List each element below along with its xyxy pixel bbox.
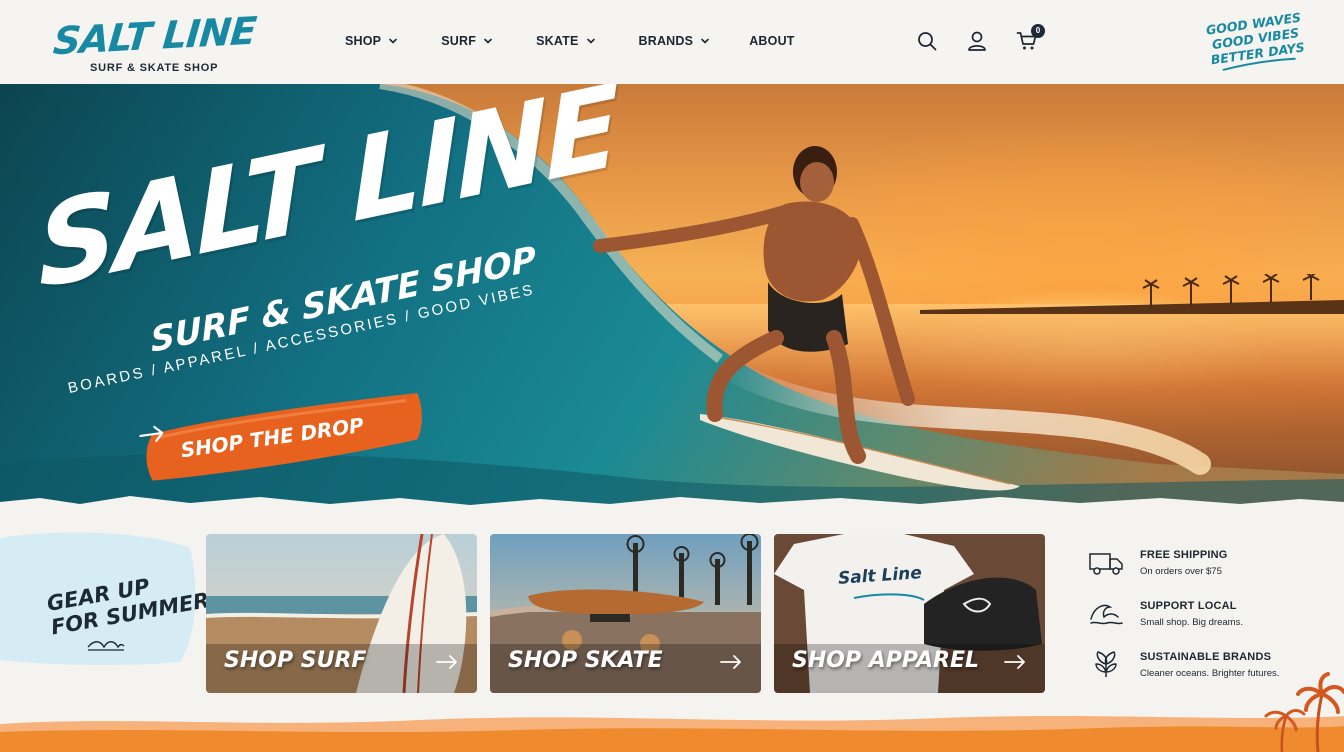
perk-free-shipping: FREE SHIPPING On orders over $75 bbox=[1088, 546, 1328, 597]
logo-subtitle: SURF & SKATE SHOP bbox=[90, 62, 219, 74]
sunset-brush-band bbox=[0, 716, 1344, 752]
category-tiles: SHOP SURF SHOP SKATE Salt Line SHOP APPA… bbox=[206, 534, 1045, 693]
tile-label: SHOP APPAREL bbox=[792, 648, 980, 673]
palm-tree-icon bbox=[1264, 672, 1344, 752]
nav-item-surf[interactable]: SURF bbox=[441, 34, 494, 48]
nav-item-label: SHOP bbox=[345, 34, 382, 48]
nav-item-label: BRANDS bbox=[638, 34, 694, 48]
logo-wordmark: SALT LINE bbox=[51, 8, 258, 64]
arrow-right-icon bbox=[720, 655, 741, 669]
tagline: GOOD WAVES GOOD VIBES BETTER DAYS bbox=[1203, 9, 1309, 73]
nav-item-skate[interactable]: SKATE bbox=[536, 34, 596, 48]
site-header: SALT LINE SURF & SKATE SHOP SHOP SURF SK… bbox=[0, 0, 1344, 84]
perk-title: SUPPORT LOCAL bbox=[1140, 600, 1237, 612]
cart-count-badge: 0 bbox=[1031, 24, 1045, 38]
hero-banner: SALT LINE SURF & SKATE SHOP BOARDS / APP… bbox=[0, 84, 1344, 512]
tile-label: SHOP SURF bbox=[224, 648, 367, 673]
brand-logo[interactable]: SALT LINE SURF & SKATE SHOP bbox=[50, 9, 257, 76]
tile-shop-surf[interactable]: SHOP SURF bbox=[206, 534, 477, 693]
wave-icon bbox=[1090, 604, 1123, 625]
chevron-down-icon bbox=[484, 38, 492, 44]
tile-shop-apparel[interactable]: Salt Line SHOP APPAREL bbox=[774, 534, 1045, 693]
nav-item-about[interactable]: ABOUT bbox=[749, 34, 794, 48]
main-nav: SHOP SURF SKATE BRANDS ABOUT bbox=[345, 34, 795, 48]
cart-button[interactable]: 0 bbox=[1016, 24, 1045, 52]
chevron-down-icon bbox=[389, 38, 398, 44]
user-icon bbox=[968, 31, 986, 51]
nav-item-brands[interactable]: BRANDS bbox=[639, 34, 712, 48]
perk-subtitle: Small shop. Big dreams. bbox=[1140, 617, 1243, 628]
header-actions: 0 bbox=[916, 24, 1045, 52]
nav-item-label: SKATE bbox=[536, 34, 579, 48]
leaf-icon bbox=[1095, 651, 1117, 677]
nav-item-label: SURF bbox=[441, 34, 477, 48]
torn-paper-edge bbox=[0, 496, 1344, 512]
search-button[interactable] bbox=[916, 30, 938, 52]
perk-support-local: SUPPORT LOCAL Small shop. Big dreams. bbox=[1088, 597, 1328, 648]
tile-shop-skate[interactable]: SHOP SKATE bbox=[490, 534, 761, 693]
nav-item-shop[interactable]: SHOP bbox=[345, 34, 399, 48]
chevron-down-icon bbox=[586, 38, 595, 44]
search-icon bbox=[918, 32, 937, 51]
perk-title: FREE SHIPPING bbox=[1140, 549, 1228, 561]
tile-label: SHOP SKATE bbox=[508, 648, 663, 673]
arrow-right-icon bbox=[1004, 655, 1025, 669]
perk-title: SUSTAINABLE BRANDS bbox=[1140, 651, 1272, 663]
perk-subtitle: On orders over $75 bbox=[1140, 566, 1222, 577]
wave-icon bbox=[87, 641, 125, 651]
gear-up-promo: GEAR UP FOR SUMMER bbox=[0, 528, 211, 668]
account-button[interactable] bbox=[966, 30, 988, 52]
arrow-right-icon bbox=[139, 425, 164, 442]
nav-item-label: ABOUT bbox=[749, 34, 795, 48]
surfer-illustration bbox=[593, 146, 1020, 491]
truck-icon bbox=[1089, 553, 1123, 575]
chevron-down-icon bbox=[701, 38, 709, 44]
arrow-right-icon bbox=[436, 655, 457, 669]
